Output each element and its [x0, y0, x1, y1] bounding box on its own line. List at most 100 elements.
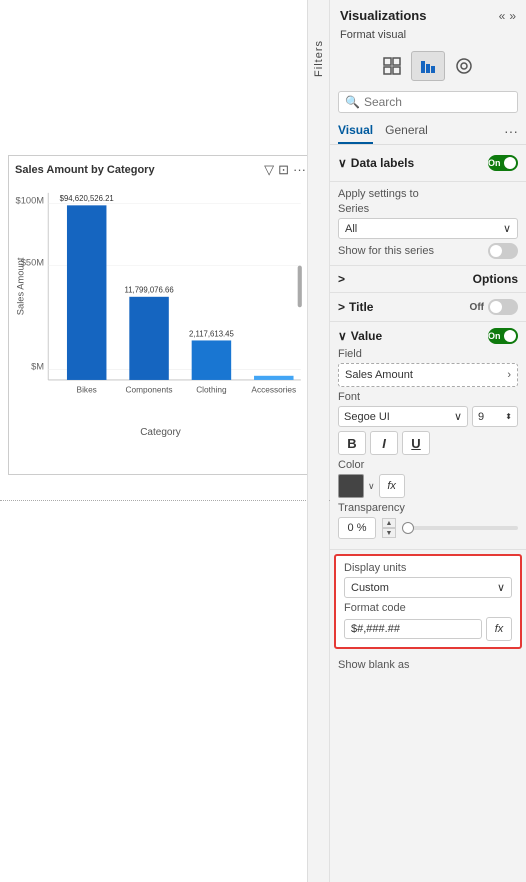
display-units-chevron: ∨ — [497, 581, 505, 594]
chart-title: Sales Amount by Category — [15, 164, 155, 176]
svg-text:$94,620,526.21: $94,620,526.21 — [60, 194, 114, 203]
field-value-text: Sales Amount — [345, 369, 413, 381]
tabs-row: Visual General ··· — [330, 119, 526, 145]
field-value-input[interactable]: Sales Amount › — [338, 363, 518, 387]
field-arrow-icon[interactable]: › — [507, 369, 511, 381]
show-blank-as-section: Show blank as — [330, 653, 526, 677]
svg-text:Accessories: Accessories — [251, 384, 296, 394]
color-row: ∨ fx — [338, 474, 518, 498]
svg-text:Bikes: Bikes — [77, 384, 97, 394]
display-units-section: Display units Custom ∨ Format code fx — [334, 554, 522, 649]
options-header[interactable]: > Options — [338, 272, 518, 286]
search-input[interactable] — [364, 95, 511, 109]
options-section: > Options — [330, 266, 526, 293]
data-labels-toggle[interactable]: On — [488, 155, 518, 171]
analytics-viz-icon-btn[interactable] — [447, 51, 481, 81]
value-header[interactable]: ∨ Value On — [338, 328, 518, 344]
title-toggle-off-label: Off — [470, 302, 484, 313]
display-units-label: Display units — [344, 562, 512, 574]
format-code-input[interactable] — [344, 619, 482, 639]
tab-general[interactable]: General — [385, 119, 428, 144]
chart-title-row: Sales Amount by Category ▽ ⊡ ··· — [15, 162, 306, 178]
tab-visual[interactable]: Visual — [338, 119, 373, 144]
data-labels-header[interactable]: ∨ Data labels On — [338, 155, 518, 171]
viz-header-icons: « » — [499, 9, 516, 23]
font-name-value: Segoe UI — [344, 411, 390, 423]
svg-text:2,117,613.45: 2,117,613.45 — [189, 329, 234, 338]
color-swatch[interactable] — [338, 474, 364, 498]
transparency-up-btn[interactable]: ▲ — [382, 518, 396, 528]
color-chevron-icon[interactable]: ∨ — [368, 481, 375, 492]
more-icon[interactable]: ··· — [293, 162, 306, 178]
value-toggle-label: On — [488, 331, 501, 341]
dotted-divider — [0, 500, 330, 501]
svg-text:11,799,076.66: 11,799,076.66 — [124, 286, 173, 295]
font-size-chevron: ⬍ — [505, 412, 512, 421]
collapse-left-icon[interactable]: « — [499, 9, 506, 23]
font-name-chevron: ∨ — [454, 410, 462, 423]
color-fx-button[interactable]: fx — [379, 474, 405, 498]
font-size-dropdown[interactable]: 9 ⬍ — [472, 406, 518, 427]
format-visual-label: Format visual — [330, 27, 526, 47]
right-panel: Visualizations « » Format visual 🔍 Visua… — [330, 0, 526, 882]
svg-text:$100M: $100M — [16, 195, 45, 205]
data-labels-label: Data labels — [351, 156, 414, 170]
viz-icons-row — [330, 47, 526, 87]
transparency-down-btn[interactable]: ▼ — [382, 528, 396, 538]
show-for-series-toggle[interactable] — [488, 243, 518, 259]
apply-settings-section: Apply settings to Series All ∨ Show for … — [330, 182, 526, 266]
display-units-dropdown[interactable]: Custom ∨ — [344, 577, 512, 598]
show-for-series-label: Show for this series — [338, 245, 434, 257]
show-blank-as-label: Show blank as — [338, 659, 410, 671]
search-icon: 🔍 — [345, 95, 360, 109]
value-toggle[interactable]: On — [488, 328, 518, 344]
search-box[interactable]: 🔍 — [338, 91, 518, 113]
data-labels-section: ∨ Data labels On — [330, 149, 526, 182]
viz-header: Visualizations « » — [330, 0, 526, 27]
bar-chart-viz-icon-btn[interactable] — [411, 51, 445, 81]
color-label: Color — [338, 459, 518, 471]
format-code-label: Format code — [344, 602, 512, 614]
left-panel: Sales Amount by Category ▽ ⊡ ··· $100M $… — [0, 0, 330, 882]
value-section: ∨ Value On Field Sales Amount › Font Seg… — [330, 322, 526, 550]
value-chevron: ∨ — [338, 329, 347, 343]
transparency-label: Transparency — [338, 502, 518, 514]
apply-settings-label: Apply settings to — [338, 188, 518, 200]
font-size-value: 9 — [478, 411, 484, 423]
series-dropdown[interactable]: All ∨ — [338, 218, 518, 239]
bold-button[interactable]: B — [338, 431, 366, 455]
svg-text:$M: $M — [31, 362, 44, 372]
show-for-series-row: Show for this series — [338, 243, 518, 259]
transparency-slider-thumb[interactable] — [402, 522, 414, 534]
filters-label: Filters — [313, 40, 325, 77]
transparency-spinner: ▲ ▼ — [382, 518, 396, 538]
chart-x-label: Category — [15, 427, 306, 438]
data-labels-toggle-label: On — [488, 158, 501, 168]
italic-button[interactable]: I — [370, 431, 398, 455]
chart-title-icons: ▽ ⊡ ··· — [264, 162, 306, 178]
series-label: Series — [338, 203, 518, 215]
chart-container: Sales Amount by Category ▽ ⊡ ··· $100M $… — [8, 155, 313, 475]
title-toggle[interactable] — [488, 299, 518, 315]
filters-sidebar[interactable]: Filters — [307, 0, 329, 882]
viz-panel-title: Visualizations — [340, 8, 426, 23]
expand-icon[interactable]: ⊡ — [278, 162, 289, 178]
bar-chart-svg: $100M $50M $M Sales Amount $94,620,526.2… — [15, 182, 306, 422]
underline-button[interactable]: U — [402, 431, 430, 455]
expand-right-icon[interactable]: » — [509, 9, 516, 23]
grid-viz-icon-btn[interactable] — [375, 51, 409, 81]
transparency-input[interactable] — [338, 517, 376, 539]
font-row: Segoe UI ∨ 9 ⬍ — [338, 406, 518, 427]
value-label: Value — [351, 329, 382, 343]
title-header[interactable]: > Title Off — [338, 299, 518, 315]
title-section: > Title Off — [330, 293, 526, 322]
transparency-row: ▲ ▼ — [338, 517, 518, 539]
filter-icon[interactable]: ▽ — [264, 162, 274, 178]
format-code-fx-button[interactable]: fx — [486, 617, 512, 641]
series-chevron-icon: ∨ — [503, 222, 511, 235]
font-name-dropdown[interactable]: Segoe UI ∨ — [338, 406, 468, 427]
field-label: Field — [338, 348, 518, 360]
options-chevron-right: > — [338, 272, 345, 286]
transparency-slider-track[interactable] — [402, 526, 518, 530]
tab-more-icon[interactable]: ··· — [504, 119, 518, 144]
